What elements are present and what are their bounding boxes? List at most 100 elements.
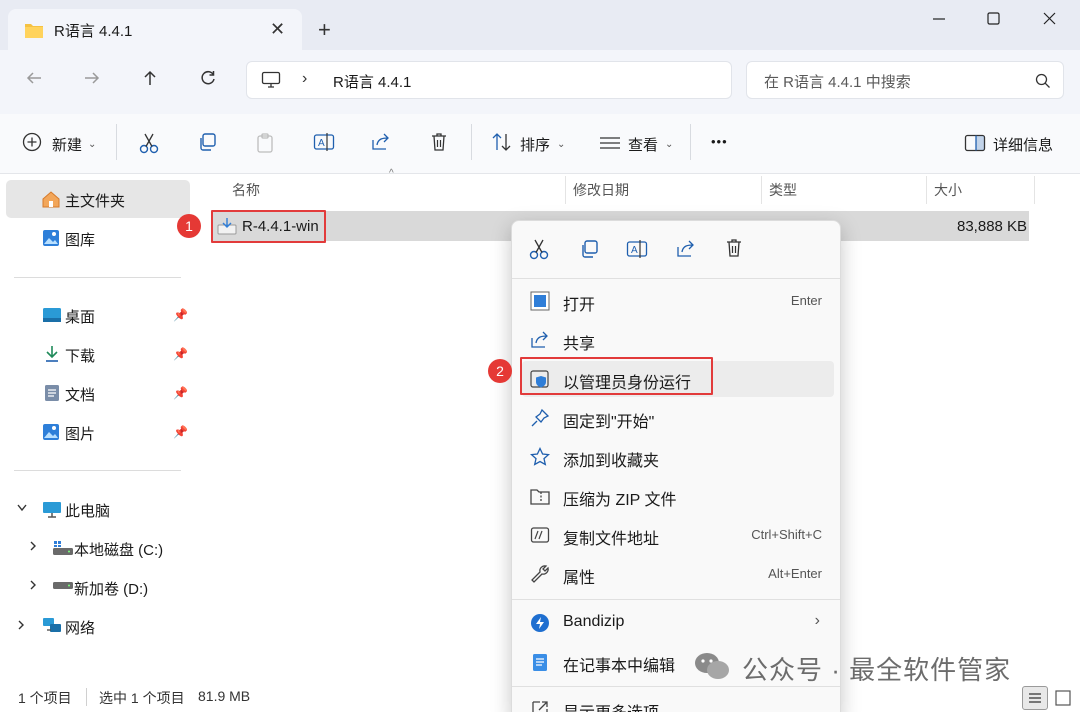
sidebar-item-documents[interactable]: 文档 📌 — [6, 374, 190, 412]
sidebar-item-label: 新加卷 (D:) — [74, 581, 149, 598]
chevron-down-icon[interactable] — [16, 503, 28, 513]
new-button[interactable]: 新建 — [52, 134, 82, 155]
sidebar-item-label: 下载 — [65, 348, 96, 365]
cut-icon[interactable] — [139, 132, 159, 154]
search-input[interactable]: 在 R语言 4.4.1 中搜索 — [746, 61, 1064, 99]
pin-icon[interactable]: 📌 — [173, 347, 188, 361]
chevron-down-icon[interactable]: ⌄ — [665, 139, 673, 150]
tiles-view-toggle[interactable] — [1053, 688, 1073, 708]
details-button[interactable]: 详细信息 — [993, 134, 1053, 155]
sidebar-item-network[interactable]: 网络 — [6, 607, 190, 645]
cut-icon[interactable] — [529, 238, 549, 260]
breadcrumb-current[interactable]: R语言 4.4.1 — [333, 71, 411, 92]
chevron-right-icon[interactable] — [16, 619, 26, 631]
sort-button[interactable]: 排序 — [520, 134, 550, 155]
minimize-button[interactable] — [916, 8, 962, 30]
menu-item-bandizip[interactable]: Bandizip › — [522, 605, 834, 641]
close-window-button[interactable] — [1026, 8, 1072, 30]
breadcrumb-chevron-icon[interactable]: › — [302, 70, 307, 88]
column-divider[interactable] — [1034, 176, 1035, 204]
sidebar-item-label: 图片 — [65, 426, 96, 443]
chevron-right-icon[interactable] — [28, 579, 38, 591]
view-button[interactable]: 查看 — [628, 134, 658, 155]
sidebar-item-desktop[interactable]: 桌面 📌 — [6, 296, 190, 334]
menu-item-label: 复制文件地址 — [563, 531, 660, 548]
tab-title: R语言 4.4.1 — [54, 23, 133, 40]
folder-icon — [24, 21, 44, 39]
sidebar-item-pictures[interactable]: 图片 📌 — [6, 413, 190, 451]
menu-item-open[interactable]: 打开 Enter — [522, 283, 834, 319]
computer-icon — [42, 501, 62, 518]
network-icon — [42, 617, 62, 635]
column-header-name[interactable]: 名称 — [232, 180, 260, 200]
share-icon[interactable] — [371, 132, 391, 152]
gallery-icon — [42, 229, 60, 247]
new-tab-button[interactable]: + — [318, 19, 331, 41]
menu-item-share[interactable]: 共享 — [522, 322, 834, 358]
menu-item-label: Bandizip — [563, 613, 625, 630]
sort-icon[interactable] — [491, 132, 513, 152]
sidebar-item-this-pc[interactable]: 此电脑 — [6, 490, 190, 528]
menu-item-properties[interactable]: 属性 Alt+Enter — [522, 556, 834, 592]
column-header-modified[interactable]: 修改日期 — [573, 180, 629, 200]
pin-icon[interactable]: 📌 — [173, 308, 188, 322]
sidebar-item-gallery[interactable]: 图库 — [6, 219, 190, 257]
sidebar-item-drive-d[interactable]: 新加卷 (D:) — [6, 568, 190, 606]
svg-text:A: A — [631, 245, 638, 256]
close-tab-button[interactable]: ✕ — [270, 19, 285, 40]
chevron-right-icon[interactable] — [28, 540, 38, 552]
pictures-icon — [42, 423, 60, 441]
document-icon — [44, 384, 60, 402]
maximize-button[interactable] — [970, 8, 1016, 30]
tab-r-language[interactable]: R语言 4.4.1 ✕ — [8, 9, 302, 50]
drive-icon — [52, 540, 74, 556]
new-icon[interactable] — [22, 132, 42, 152]
menu-divider — [512, 278, 840, 279]
menu-item-label: 打开 — [563, 297, 596, 314]
pin-icon — [530, 408, 550, 428]
download-icon — [44, 345, 60, 363]
chevron-down-icon[interactable]: ⌄ — [557, 139, 565, 150]
delete-icon[interactable] — [724, 238, 744, 258]
pin-icon[interactable]: 📌 — [173, 425, 188, 439]
more-options-icon — [530, 699, 550, 712]
address-bar[interactable]: › R语言 4.4.1 — [246, 61, 732, 99]
details-pane-icon[interactable] — [964, 134, 986, 152]
more-options-icon[interactable]: ••• — [711, 134, 728, 149]
menu-item-shortcut: Ctrl+Shift+C — [751, 527, 822, 542]
menu-item-add-to-favorites[interactable]: 添加到收藏夹 — [522, 439, 834, 475]
view-icon[interactable] — [599, 136, 621, 150]
delete-icon[interactable] — [429, 132, 449, 152]
forward-arrow-icon[interactable] — [82, 68, 102, 88]
details-view-toggle[interactable] — [1022, 686, 1048, 710]
rename-icon[interactable]: A — [626, 239, 648, 259]
copy-icon[interactable] — [579, 239, 599, 259]
copy-icon[interactable] — [197, 132, 217, 152]
refresh-icon[interactable] — [198, 68, 218, 88]
column-divider[interactable] — [761, 176, 762, 204]
menu-item-compress-zip[interactable]: 压缩为 ZIP 文件 — [522, 478, 834, 514]
menu-item-pin-to-start[interactable]: 固定到"开始" — [522, 400, 834, 436]
pin-icon[interactable]: 📌 — [173, 386, 188, 400]
sidebar-item-label: 网络 — [65, 620, 96, 637]
sidebar-item-drive-c[interactable]: 本地磁盘 (C:) — [6, 529, 190, 567]
menu-item-copy-path[interactable]: 复制文件地址 Ctrl+Shift+C — [522, 517, 834, 553]
rename-icon[interactable]: A — [313, 132, 335, 152]
menu-item-show-more-options[interactable]: 显示更多选项 — [522, 691, 834, 712]
share-icon[interactable] — [676, 239, 696, 259]
sidebar-item-label: 桌面 — [65, 309, 96, 326]
column-header-size[interactable]: 大小 — [934, 180, 962, 200]
status-divider — [86, 688, 87, 706]
sidebar-item-home[interactable]: 主文件夹 — [6, 180, 190, 218]
sidebar-item-downloads[interactable]: 下载 📌 — [6, 335, 190, 373]
sidebar-divider — [14, 470, 181, 471]
column-divider[interactable] — [926, 176, 927, 204]
column-divider[interactable] — [565, 176, 566, 204]
column-header-type[interactable]: 类型 — [769, 180, 797, 200]
up-arrow-icon[interactable] — [140, 68, 160, 88]
back-arrow-icon[interactable] — [24, 68, 44, 88]
sidebar-item-label: 本地磁盘 (C:) — [74, 542, 164, 559]
drive-icon — [52, 581, 74, 591]
chevron-down-icon[interactable]: ⌄ — [88, 139, 96, 150]
notepad-icon — [530, 652, 550, 672]
